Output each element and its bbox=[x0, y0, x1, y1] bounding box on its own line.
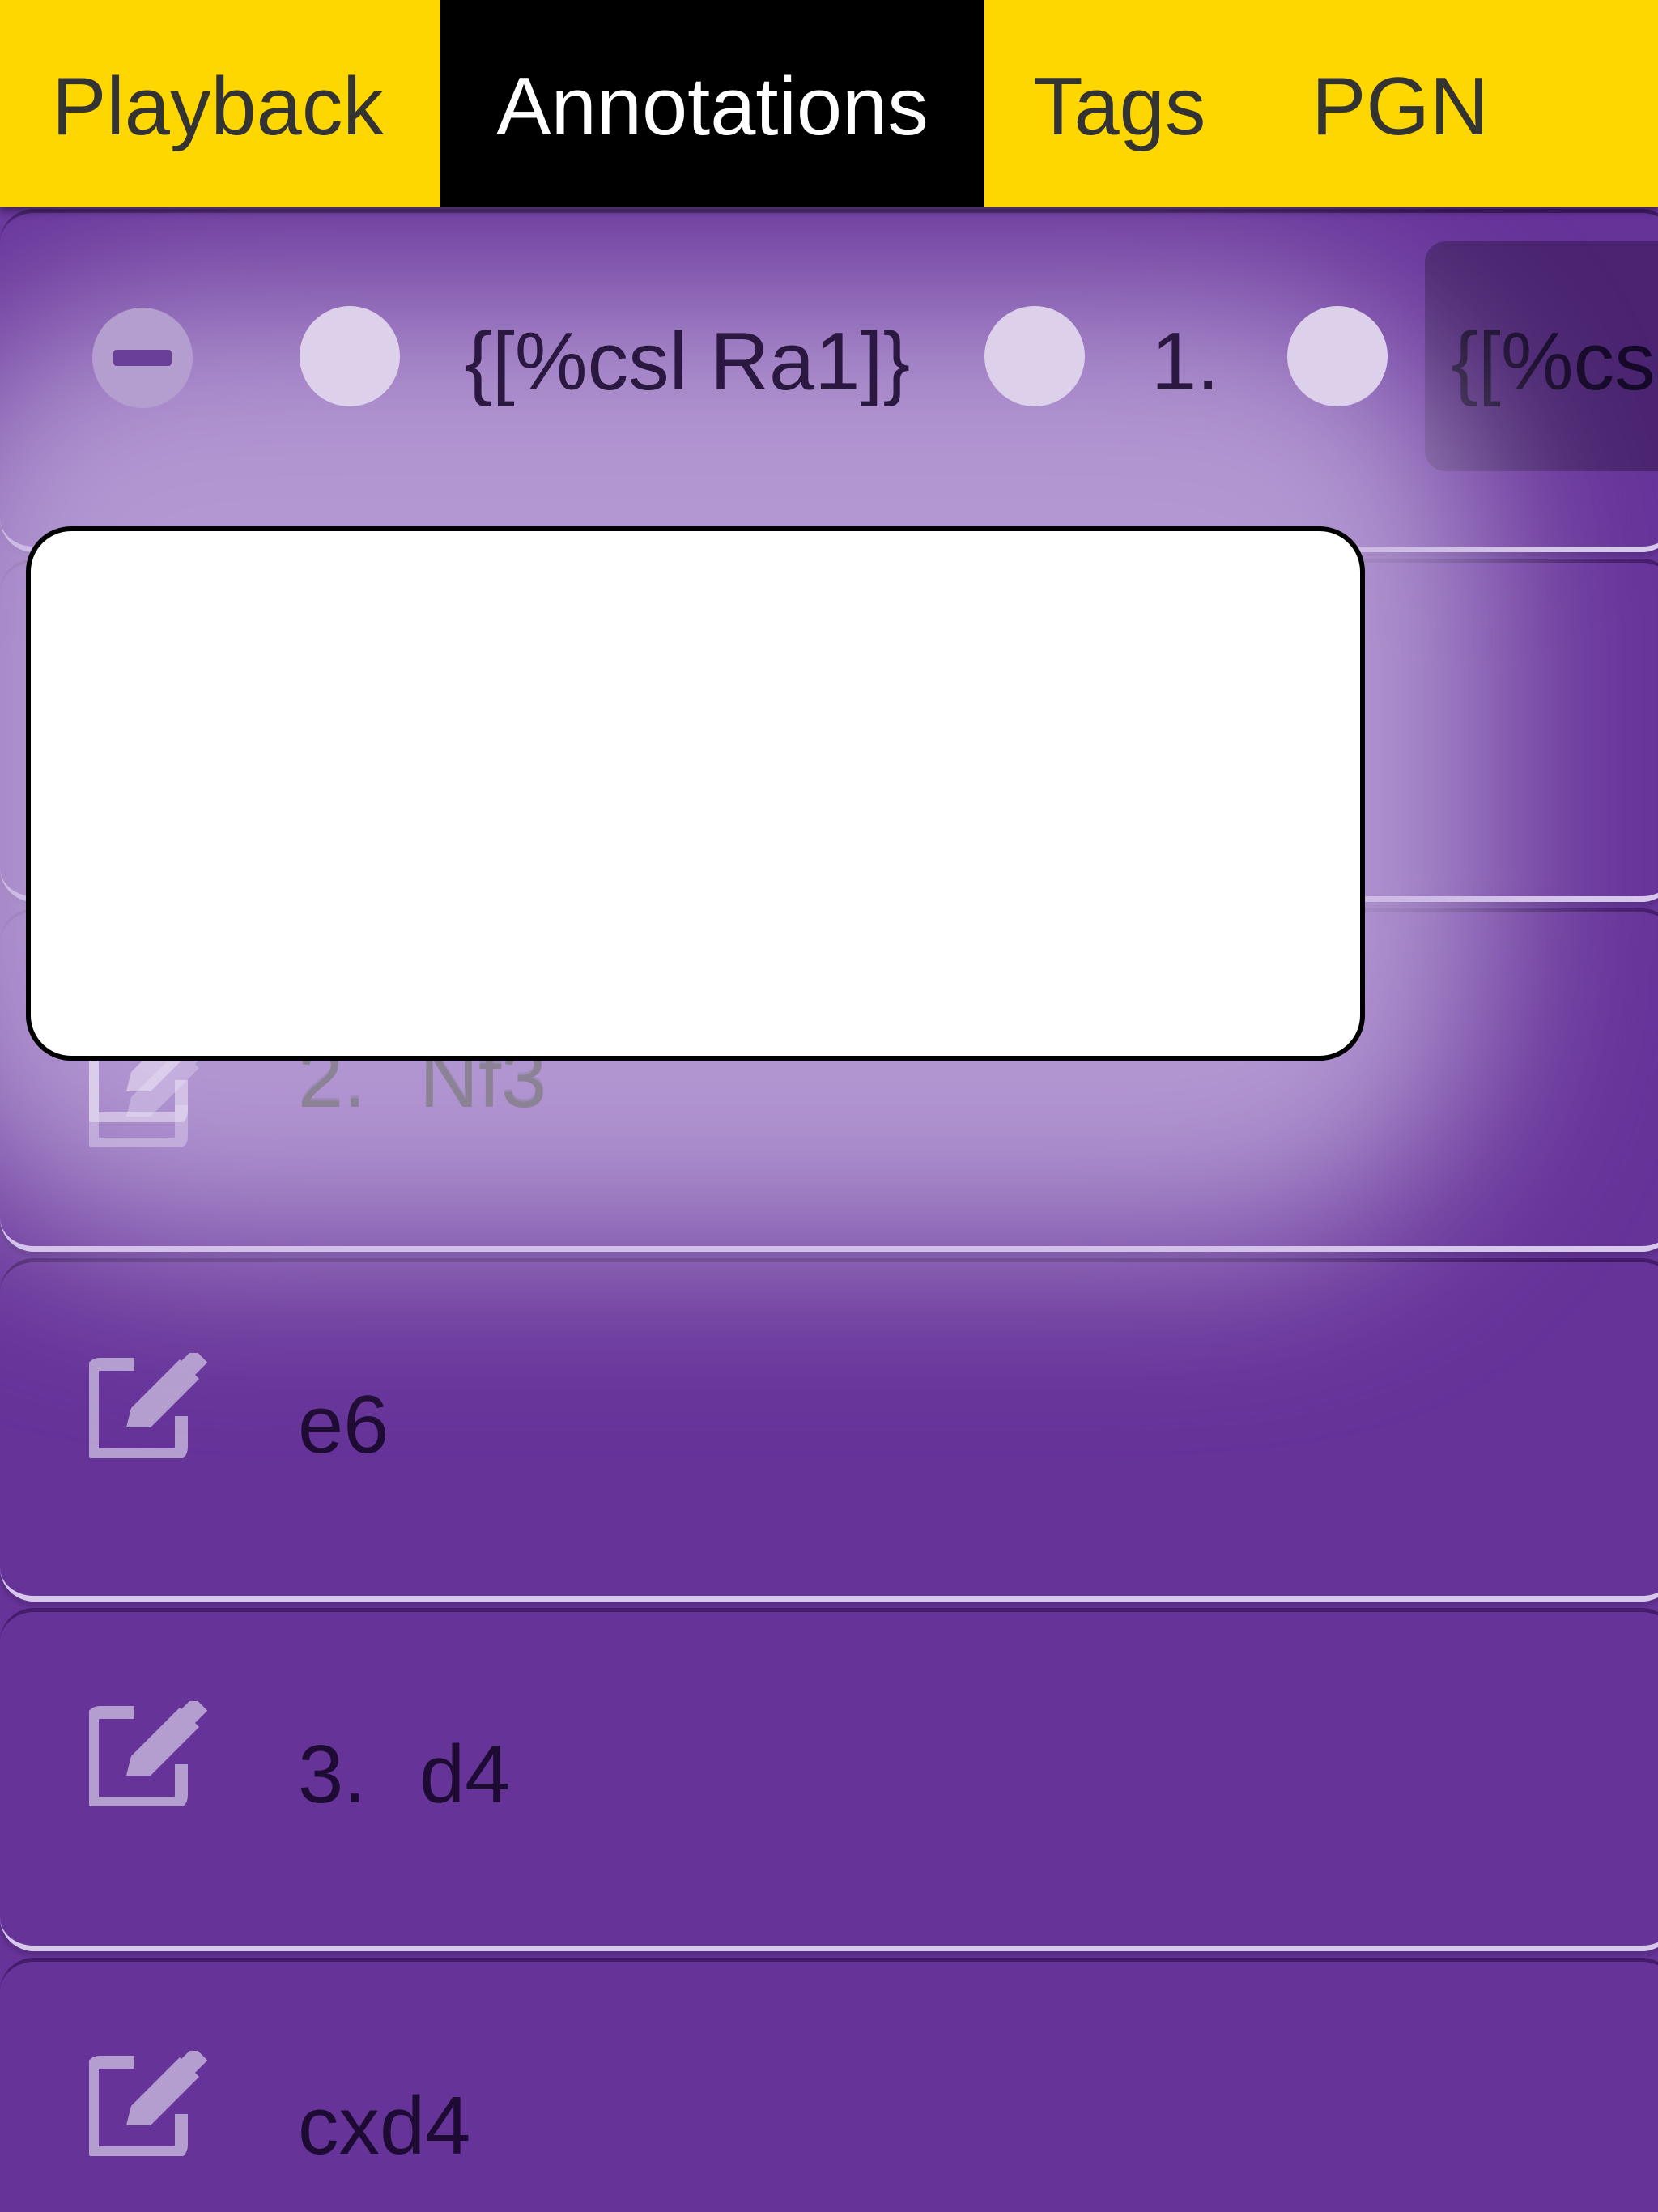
annotations-page: Playback Annotations Tags PGN {[%csl Ra1… bbox=[0, 0, 1658, 2212]
tab-playback[interactable]: Playback bbox=[0, 0, 440, 207]
edit-icon[interactable] bbox=[89, 1701, 210, 1806]
tab-pgn[interactable]: PGN bbox=[1312, 0, 1489, 207]
comment-text-before[interactable]: {[%csl Ra1]} bbox=[465, 316, 910, 409]
move-number: 1. bbox=[1151, 317, 1220, 407]
move-san: cxd4 bbox=[298, 2081, 471, 2172]
comment-input[interactable] bbox=[26, 526, 1365, 1061]
edit-icon[interactable] bbox=[89, 1353, 210, 1458]
insert-point-button[interactable] bbox=[1287, 306, 1388, 406]
move-san: d4 bbox=[419, 1729, 511, 1820]
move-row[interactable]: 3. d4 bbox=[0, 1608, 1658, 1951]
move-row[interactable]: e6 bbox=[0, 1258, 1658, 1602]
move-number: 3. bbox=[298, 1729, 367, 1820]
move-row[interactable]: cxd4 bbox=[0, 1958, 1658, 2212]
comment-chip[interactable]: {[%csl bbox=[1425, 241, 1658, 471]
comment-text-after: {[%csl bbox=[1451, 317, 1658, 407]
edit-icon[interactable] bbox=[89, 2051, 210, 2156]
insert-point-button[interactable] bbox=[300, 306, 400, 406]
move-san: e6 bbox=[298, 1380, 389, 1470]
tab-bar: Playback Annotations Tags PGN bbox=[0, 0, 1658, 207]
tab-tags[interactable]: Tags bbox=[1033, 0, 1205, 207]
insert-point-button[interactable] bbox=[984, 306, 1085, 406]
remove-comment-icon[interactable] bbox=[92, 308, 193, 408]
tab-annotations[interactable]: Annotations bbox=[440, 0, 984, 207]
